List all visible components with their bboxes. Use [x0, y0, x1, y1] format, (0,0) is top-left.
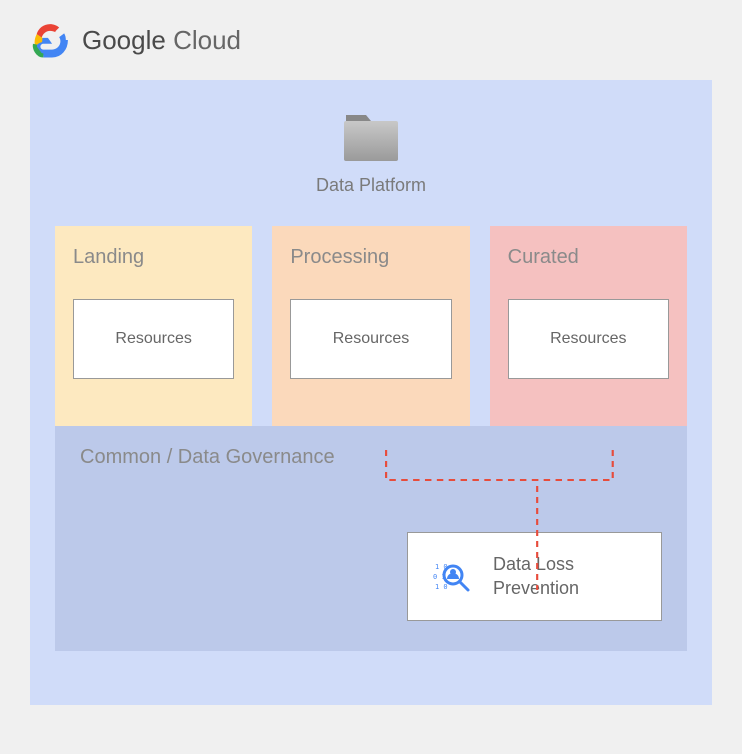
dlp-box: 1 0 0 1 1 0 Data Loss Prevention [407, 532, 662, 621]
processing-resources-box: Resources [290, 299, 451, 379]
landing-resources-box: Resources [73, 299, 234, 379]
header-title: Google Cloud [82, 25, 241, 56]
curated-resources-box: Resources [508, 299, 669, 379]
governance-section: Common / Data Governance 1 0 0 1 1 0 Dat… [55, 426, 687, 651]
data-platform-container: Data Platform Landing Resources Processi… [30, 80, 712, 705]
stage-landing-title: Landing [73, 246, 234, 269]
folder-icon [341, 110, 401, 165]
stage-processing: Processing Resources [272, 226, 469, 426]
stages-row: Landing Resources Processing Resources C… [55, 226, 687, 426]
google-cloud-icon [30, 20, 70, 60]
stage-curated: Curated Resources [490, 226, 687, 426]
platform-label: Data Platform [316, 175, 426, 196]
brand-bold: Google [82, 25, 166, 55]
dlp-icon: 1 0 0 1 1 0 [433, 557, 473, 597]
stage-curated-title: Curated [508, 246, 669, 269]
svg-text:1 0: 1 0 [435, 583, 448, 591]
dlp-label-line1: Data Loss [493, 554, 574, 574]
page-header: Google Cloud [30, 20, 712, 60]
governance-title: Common / Data Governance [80, 446, 662, 469]
platform-header: Data Platform [55, 110, 687, 196]
dlp-label-line2: Prevention [493, 578, 579, 598]
stage-processing-title: Processing [290, 246, 451, 269]
brand-light: Cloud [166, 25, 241, 55]
stage-landing: Landing Resources [55, 226, 252, 426]
dlp-label: Data Loss Prevention [493, 553, 579, 600]
